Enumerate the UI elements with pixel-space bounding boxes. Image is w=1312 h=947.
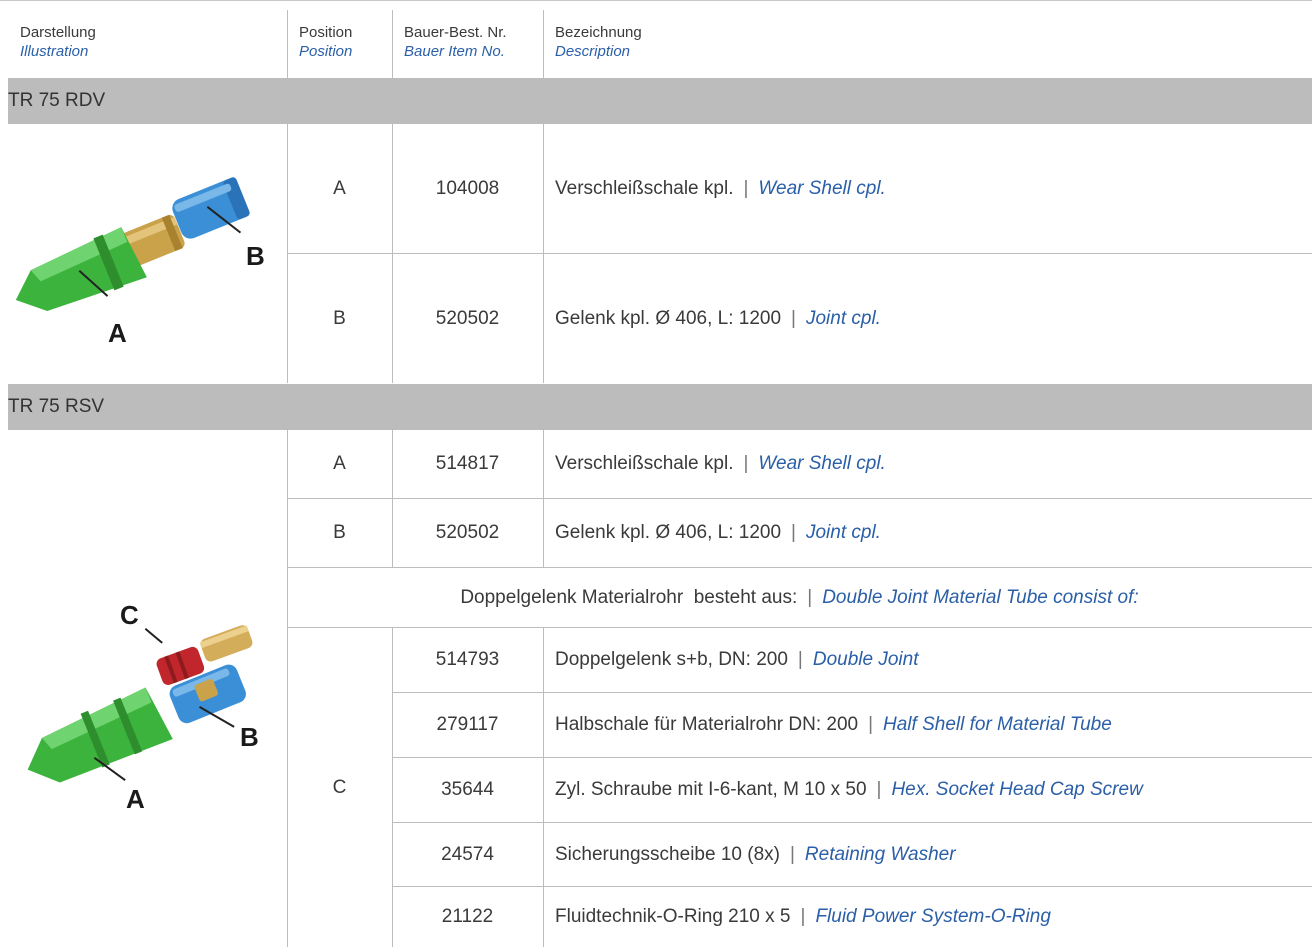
description-cell: Zyl. Schraube mit I-6-kant, M 10 x 50 | … — [555, 758, 1312, 822]
position-cell: C — [332, 776, 347, 798]
divider — [287, 10, 288, 78]
item-number-cell: 514817 — [435, 453, 500, 474]
description-en: Joint cpl. — [805, 307, 881, 329]
position-cell: B — [333, 522, 346, 543]
description-en: Wear Shell cpl. — [758, 453, 886, 474]
section-title: TR 75 RDV — [8, 90, 106, 111]
table-header: Darstellung Illustration Position Positi… — [0, 0, 1312, 79]
callout-b: B — [246, 241, 265, 271]
position-cell: A — [333, 453, 346, 474]
separator: | — [791, 522, 796, 543]
description-en: Half Shell for Material Tube — [883, 714, 1112, 735]
separator: | — [807, 586, 813, 608]
group-heading-de: Doppelgelenk Materialrohr besteht aus: — [460, 586, 798, 608]
header-description: Bezeichnung Description — [555, 23, 642, 61]
description-cell: Doppelgelenk s+b, DN: 200 | Double Joint — [555, 628, 1312, 692]
rdv-illustration — [15, 177, 250, 312]
description-de: Verschleißschale kpl. — [555, 453, 734, 474]
separator: | — [789, 843, 795, 865]
section-band-rsv: TR 75 RSV — [8, 384, 1312, 430]
description-de: Halbschale für Materialrohr DN: 200 — [555, 714, 859, 735]
header-position-de: Position — [299, 24, 353, 41]
separator: | — [743, 177, 749, 199]
section-band-rdv: TR 75 RDV — [8, 78, 1312, 124]
position-cell: B — [333, 307, 346, 329]
separator: | — [800, 906, 806, 927]
description-cell: Verschleißschale kpl. | Wear Shell cpl. — [555, 430, 1312, 498]
description-de: Fluidtechnik-O-Ring 210 x 5 — [555, 906, 791, 927]
separator: | — [743, 453, 749, 474]
group-heading: Doppelgelenk Materialrohr besteht aus: |… — [287, 568, 1312, 627]
description-en: Retaining Washer — [804, 843, 956, 865]
description-de: Doppelgelenk s+b, DN: 200 — [555, 649, 788, 670]
item-number-cell: 514793 — [435, 649, 500, 670]
item-number-cell: 279117 — [436, 714, 499, 735]
divider — [543, 430, 544, 568]
description-en: Joint cpl. — [805, 522, 881, 543]
callout-c: C — [120, 600, 139, 630]
description-en: Wear Shell cpl. — [758, 177, 886, 199]
position-cell: A — [333, 177, 346, 199]
header-item-de: Bauer-Best. Nr. — [404, 24, 507, 41]
separator: | — [868, 714, 874, 735]
header-illustration: Darstellung Illustration — [20, 23, 96, 61]
header-illustration-en: Illustration — [20, 43, 89, 60]
description-cell: Gelenk kpl. Ø 406, L: 1200 | Joint cpl. — [555, 254, 1312, 383]
description-cell: Fluidtechnik-O-Ring 210 x 5 | Fluid Powe… — [555, 887, 1312, 947]
header-item-no: Bauer-Best. Nr. Bauer Item No. — [404, 23, 507, 61]
callout-b: B — [240, 722, 259, 752]
description-en: Double Joint — [812, 649, 919, 670]
divider — [392, 10, 393, 78]
rsv-illustration — [27, 625, 253, 783]
description-de: Verschleißschale kpl. — [555, 177, 734, 199]
description-en: Fluid Power System-O-Ring — [815, 906, 1051, 927]
description-cell: Halbschale für Materialrohr DN: 200 | Ha… — [555, 693, 1312, 757]
divider — [543, 10, 544, 78]
group-heading-en: Double Joint Material Tube consist of: — [822, 586, 1139, 608]
item-number-cell: 520502 — [435, 307, 500, 329]
description-de: Zyl. Schraube mit I-6-kant, M 10 x 50 — [555, 779, 867, 800]
divider — [543, 628, 544, 947]
header-position-en: Position — [299, 43, 353, 60]
item-number-cell: 104008 — [435, 177, 500, 199]
description-en: Hex. Socket Head Cap Screw — [891, 779, 1143, 800]
description-de: Gelenk kpl. Ø 406, L: 1200 — [555, 522, 782, 543]
description-cell: Gelenk kpl. Ø 406, L: 1200 | Joint cpl. — [555, 499, 1312, 567]
description-cell: Verschleißschale kpl. | Wear Shell cpl. — [555, 124, 1312, 253]
header-illustration-de: Darstellung — [20, 24, 96, 41]
section-title: TR 75 RSV — [8, 396, 105, 417]
header-desc-en: Description — [555, 43, 631, 60]
separator: | — [791, 307, 796, 329]
description-de: Sicherungsscheibe 10 (8x) — [555, 843, 780, 865]
separator: | — [797, 649, 803, 670]
item-number-cell: 520502 — [435, 522, 500, 543]
description-de: Gelenk kpl. Ø 406, L: 1200 — [555, 307, 782, 329]
callout-a: A — [126, 784, 145, 814]
description-cell: Sicherungsscheibe 10 (8x) | Retaining Wa… — [555, 823, 1312, 886]
header-desc-de: Bezeichnung — [555, 24, 642, 41]
callout-a: A — [108, 318, 127, 348]
separator: | — [876, 779, 882, 800]
item-number-cell: 35644 — [441, 779, 494, 800]
header-position: Position Position — [299, 23, 352, 61]
header-item-en: Bauer Item No. — [404, 43, 505, 60]
item-number-cell: 24574 — [441, 843, 494, 865]
item-number-cell: 21122 — [441, 906, 494, 927]
